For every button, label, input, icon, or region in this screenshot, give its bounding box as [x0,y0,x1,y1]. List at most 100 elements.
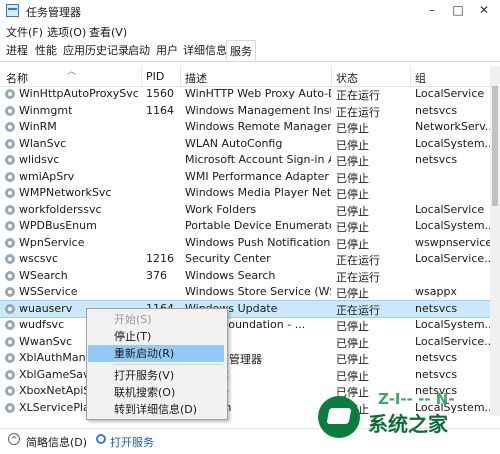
service-icon [5,320,15,330]
service-icon [5,386,15,396]
menu-bar: 文件(F) 选项(O) 查看(V) [0,22,500,40]
service-group: LocalSystem... [415,318,490,331]
service-icon [5,171,15,182]
service-status: 正在运行 [336,105,380,119]
tab-startup[interactable]: 启动 [125,42,153,60]
service-name: WlanSvc [19,136,67,150]
minimize-button[interactable]: – [420,2,444,18]
maximize-button[interactable]: □ [446,2,470,18]
table-row[interactable]: WwanSvcoConfig已停止LocalService... [0,334,490,350]
service-icon [5,270,15,281]
column-divider [410,66,411,86]
table-row[interactable]: WSService Windows Store Service (WSS... 已停… [0,284,490,300]
title-bar: 任务管理器 – □ ✕ [0,0,500,22]
watermark: Z-I-- -- N- 系统之家 [312,390,500,453]
table-row[interactable]: WinHttpAutoProxySvc 1560 WinHTTP Web Proxy… [0,86,490,102]
table-row[interactable]: WSearch 376 Windows Search 正在运行 [0,268,490,284]
service-group: NetworkServ... [415,120,490,133]
table-row[interactable]: WinRM Windows Remote Manageme... 已停止 Networ… [0,119,490,135]
tab-app-history[interactable]: 应用历史记录 [60,42,132,60]
table-row[interactable]: wlidsvc Microsoft Account Sign-in As... 已停… [0,152,490,168]
service-name: WinRM [19,120,57,133]
menu-restart[interactable]: 重新启动(R) [88,345,224,362]
service-group: wswpnservice [415,235,490,249]
menu-file[interactable]: 文件(F) [6,24,43,40]
service-status: 已停止 [336,155,369,168]
chevron-up-icon[interactable]: ^ [8,433,20,445]
service-group: netsvcs [415,153,458,166]
service-status: 已停止 [336,353,369,366]
service-group: wsappx [415,285,457,298]
close-button[interactable]: ✕ [472,2,496,18]
table-row[interactable]: wudfsvc Driver Foundation - ... 已停止 LocalSy… [0,317,490,333]
table-row[interactable]: WMPNetworkSvc Windows Media Player Netw..… [0,185,490,201]
tab-users[interactable]: 用户 [153,42,181,60]
service-status: 已停止 [336,336,369,350]
service-pid: 376 [146,268,167,282]
service-icon [5,89,15,99]
service-status: 已停止 [336,188,369,201]
service-status: 正在运行 [336,254,380,267]
service-status: 正在运行 [336,89,380,102]
service-pid: 1164 [146,103,174,117]
service-description: WLAN AutoConfig [185,136,283,150]
service-name: wscsvc [19,252,59,265]
table-row[interactable]: WlanSvc WLAN AutoConfig 已停止 LocalSystem... [0,136,490,152]
service-description: WinHTTP Web Proxy Auto-Dis... [185,87,331,100]
tab-performance[interactable]: 性能 [32,42,60,60]
column-divider [180,66,181,86]
column-name[interactable]: 名称 [6,70,28,86]
open-services-link[interactable]: 打开服务 [110,434,154,450]
watermark-partial-text: Z-I-- -- N- [378,390,455,408]
tab-processes[interactable]: 进程 [3,42,31,60]
service-icon [5,287,15,297]
service-icon [5,336,15,347]
watermark-logo-icon [318,396,360,438]
scrollbar-thumb[interactable] [492,86,498,206]
table-row[interactable]: Winmgmt 1164 Windows Management Instru... 正… [0,103,490,119]
service-description: WMI Performance Adapter [185,169,329,183]
table-row[interactable]: wscsvc 1216 Security Center 正在运行 LocalServic… [0,251,490,267]
table-row[interactable]: WPDBusEnum Portable Device Enumerator ...… [0,218,490,234]
tab-services[interactable]: 服务 [226,40,256,61]
column-status[interactable]: 状态 [336,70,358,86]
service-icon [5,188,15,198]
menu-view[interactable]: 查看(V) [89,24,127,40]
window-title: 任务管理器 [26,6,81,19]
service-description: Windows Search [185,268,276,282]
vertical-scrollbar[interactable] [490,66,500,416]
services-icon [96,434,106,444]
column-pid[interactable]: PID [146,70,164,83]
table-row[interactable]: wmiApSrv WMI Performance Adapter 已停止 [0,169,490,185]
service-group: LocalSystem... [415,219,490,232]
table-row[interactable]: XblAuthManage身份验证管理器已停止netsvcs [0,350,490,366]
table-row[interactable]: workfolderssvc Work Folders 已停止 LocalServic… [0,202,490,218]
service-icon [5,221,15,231]
fewer-details-link[interactable]: 简略信息(D) [26,434,87,450]
menu-start: 开始(S) [114,313,152,326]
table-row[interactable]: XblGameSave游戏保存已停止netsvcs [0,367,490,383]
service-name: wlidsvc [19,153,60,166]
service-description: Windows Management Instru... [185,103,331,117]
service-status: 已停止 [336,320,369,333]
tab-details[interactable]: 详细信息 [180,42,230,60]
menu-open-services[interactable]: 打开服务(V) [88,367,224,384]
menu-go-to-details[interactable]: 转到详细信息(D) [88,401,224,418]
service-description: Windows Push Notifications S... [185,235,331,249]
service-icon [5,138,15,149]
service-icon [5,303,15,314]
service-name: WpnService [19,235,85,249]
menu-options[interactable]: 选项(O) [47,24,86,40]
column-group[interactable]: 组 [415,70,426,86]
service-icon [5,369,15,380]
menu-stop[interactable]: 停止(T) [88,328,224,345]
table-row[interactable]: wuauserv1164Windows Update正在运行netsvcs [0,299,490,318]
menu-search-online[interactable]: 联机搜索(O) [88,384,224,401]
table-row[interactable]: WpnService Windows Push Notifications S..… [0,235,490,251]
column-description[interactable]: 描述 [185,70,207,86]
service-name: Winmgmt [19,103,73,117]
service-status: 已停止 [336,204,369,218]
service-status: 已停止 [336,122,369,135]
service-group: LocalSystem... [415,136,490,150]
service-icon [5,353,15,363]
